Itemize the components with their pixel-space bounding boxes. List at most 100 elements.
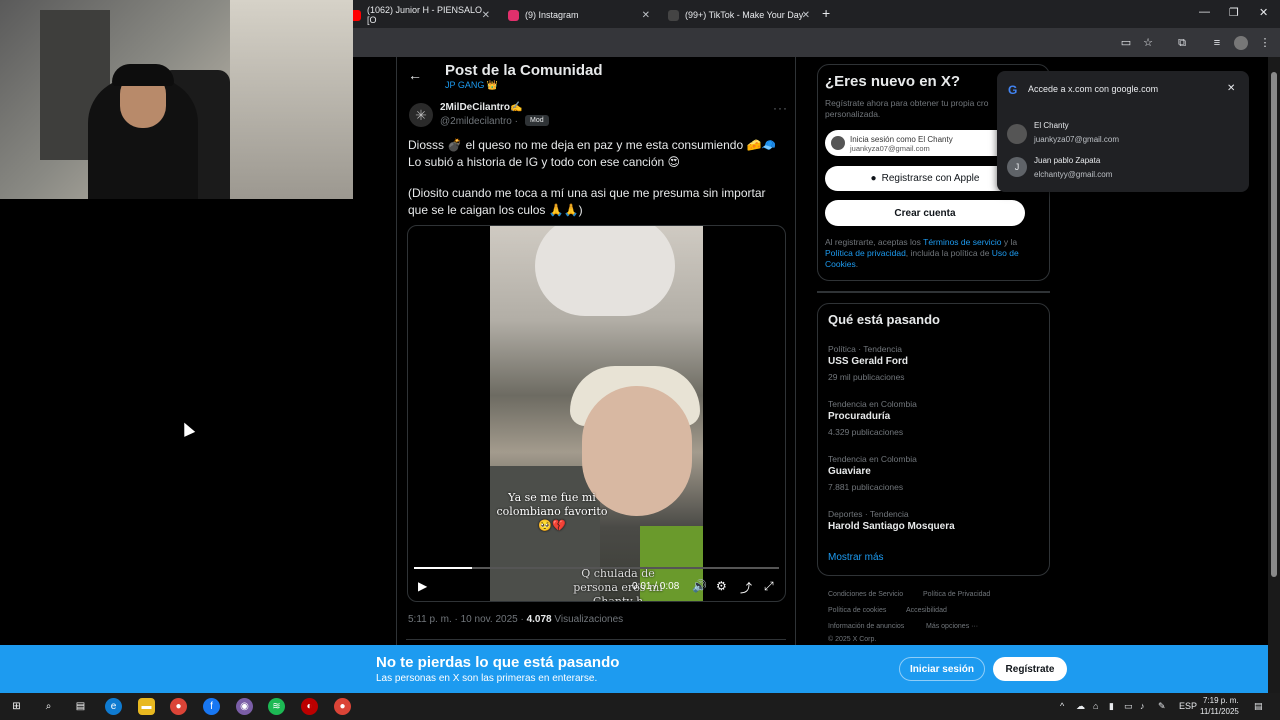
clock-time[interactable]: 7:19 p. m. bbox=[1203, 696, 1239, 705]
extensions-icon[interactable]: ⧉ bbox=[1175, 36, 1189, 50]
terms-text: Al registrarte, aceptas los Términos de … bbox=[825, 237, 1040, 270]
google-signin-button[interactable]: Inicia sesión como El Chanty juankyza07@… bbox=[825, 130, 1020, 156]
language-indicator[interactable]: ESP bbox=[1179, 701, 1197, 711]
close-window-icon[interactable]: ✕ bbox=[1259, 6, 1268, 19]
show-more-link[interactable]: Mostrar más bbox=[828, 552, 884, 563]
cloud-icon[interactable]: ☁ bbox=[1076, 701, 1085, 712]
trend-count: 7.881 publicaciones bbox=[828, 482, 904, 492]
play-icon[interactable]: ▶ bbox=[418, 579, 427, 593]
tab-instagram[interactable]: (9) Instagram ✕ bbox=[498, 2, 658, 28]
minimize-icon[interactable]: — bbox=[1199, 6, 1210, 18]
footer-accessibility-link[interactable]: Accesibilidad bbox=[906, 607, 947, 614]
video-progress-fill bbox=[414, 567, 473, 569]
video-player[interactable]: Ya se me fue mi colombiano favorito🥺💔 Q … bbox=[407, 225, 786, 602]
spotify-icon[interactable]: ≋ bbox=[268, 698, 285, 715]
footer-terms-link[interactable]: Condiciones de Servicio bbox=[828, 591, 903, 598]
views-label: Visualizaciones bbox=[554, 614, 624, 625]
google-account-email[interactable]: juankyza07@gmail.com bbox=[1034, 135, 1119, 144]
avatar bbox=[831, 136, 845, 150]
terms-link[interactable]: Términos de servicio bbox=[923, 237, 1001, 247]
bookmark-star-icon[interactable]: ☆ bbox=[1141, 36, 1155, 50]
cast-icon[interactable]: ▭ bbox=[1119, 36, 1133, 50]
privacy-link[interactable]: Política de privacidad bbox=[825, 248, 906, 258]
chrome-icon[interactable]: ● bbox=[170, 698, 187, 715]
webcam-overlay bbox=[0, 0, 353, 199]
video-content bbox=[535, 226, 675, 316]
network-icon[interactable]: ⌂ bbox=[1093, 701, 1098, 711]
video-frame[interactable] bbox=[490, 226, 703, 601]
avatar[interactable]: J bbox=[1007, 157, 1027, 177]
menu-kebab-icon[interactable]: ⋮ bbox=[1258, 36, 1272, 50]
apple-signup-button[interactable]: ● Registrarse con Apple bbox=[825, 166, 1025, 191]
scrollbar[interactable] bbox=[1268, 57, 1280, 693]
community-link[interactable]: JP GANG 👑 bbox=[445, 80, 498, 91]
microphone-icon[interactable]: ▮ bbox=[1109, 701, 1114, 712]
author-name[interactable]: 2MilDeCilantro✍️ bbox=[440, 102, 522, 113]
tab-tiktok[interactable]: (99+) TikTok - Make Your Day ✕ bbox=[658, 2, 818, 28]
footer-privacy-link[interactable]: Política de Privacidad bbox=[923, 591, 990, 598]
trend-item[interactable]: Guaviare bbox=[828, 466, 871, 477]
google-popup-title: Accede a x.com con google.com bbox=[1028, 84, 1159, 94]
trend-count: 29 mil publicaciones bbox=[828, 372, 905, 382]
trend-meta: Deportes · Tendencia bbox=[828, 509, 909, 519]
media-control-icon[interactable]: ≡ bbox=[1210, 36, 1224, 50]
task-view-icon[interactable]: ▤ bbox=[72, 698, 89, 715]
avatar[interactable]: ✳ bbox=[409, 103, 433, 127]
close-tab-icon[interactable]: ✕ bbox=[482, 10, 490, 21]
register-button[interactable]: Regístrate bbox=[993, 657, 1067, 681]
avatar[interactable] bbox=[1007, 124, 1027, 144]
apple-signup-label: Registrarse con Apple bbox=[881, 173, 980, 184]
tab-youtube[interactable]: (1062) Junior H - PIENSALO [O ✕ bbox=[340, 2, 498, 28]
video-progress-bar[interactable] bbox=[414, 567, 779, 569]
messenger-icon[interactable]: ◉ bbox=[236, 698, 253, 715]
close-tab-icon[interactable]: ✕ bbox=[802, 10, 810, 21]
trend-meta: Política · Tendencia bbox=[828, 344, 903, 354]
volume-icon[interactable]: 🔊 bbox=[692, 579, 707, 593]
post-meta: 5:11 p. m. · 10 nov. 2025 · 4.078 Visual… bbox=[408, 614, 623, 625]
new-tab-icon[interactable]: + bbox=[822, 5, 830, 21]
fullscreen-icon[interactable]: ⤢ bbox=[764, 579, 774, 594]
close-tab-icon[interactable]: ✕ bbox=[642, 10, 650, 21]
show-hidden-icons-icon[interactable]: ^ bbox=[1060, 701, 1064, 711]
clock-date[interactable]: 11/11/2025 bbox=[1200, 707, 1239, 716]
tab-title: (9) Instagram bbox=[525, 10, 579, 20]
google-account-name[interactable]: El Chanty bbox=[1034, 121, 1069, 130]
settings-icon[interactable]: ⚙ bbox=[716, 579, 727, 593]
create-account-button[interactable]: Crear cuenta bbox=[825, 200, 1025, 226]
close-icon[interactable]: ✕ bbox=[1227, 83, 1235, 94]
restore-icon[interactable]: ❐ bbox=[1229, 6, 1239, 19]
search-icon[interactable]: ⌕ bbox=[40, 698, 57, 715]
footer-ads-link[interactable]: Información de anuncios bbox=[828, 623, 904, 630]
profile-avatar[interactable] bbox=[1234, 36, 1248, 50]
login-button[interactable]: Iniciar sesión bbox=[899, 657, 985, 681]
google-account-name[interactable]: Juan pablo Zapata bbox=[1034, 156, 1100, 165]
google-account-email[interactable]: elchantyy@gmail.com bbox=[1034, 170, 1112, 179]
obs-icon[interactable]: ◐ bbox=[301, 698, 318, 715]
footer-cookies-link[interactable]: Política de cookies bbox=[828, 607, 886, 614]
pip-icon[interactable]: ⤴ bbox=[740, 579, 752, 596]
display-icon[interactable]: ▭ bbox=[1124, 701, 1133, 712]
author-handle[interactable]: @2mildecilantro · bbox=[440, 116, 518, 127]
volume-icon[interactable]: ♪ bbox=[1140, 701, 1145, 711]
scrollbar-thumb[interactable] bbox=[1271, 72, 1277, 577]
tab-title: (1062) Junior H - PIENSALO [O bbox=[367, 5, 483, 25]
post-text: (Diosito cuando me toca a mí una asi que… bbox=[408, 186, 766, 217]
notifications-icon[interactable]: ▤ bbox=[1254, 701, 1263, 712]
more-options-icon[interactable]: ··· bbox=[773, 101, 788, 115]
footer-more-link[interactable]: Más opciones ··· bbox=[926, 623, 978, 630]
post-timestamp[interactable]: 5:11 p. m. · 10 nov. 2025 · bbox=[408, 614, 524, 625]
back-arrow-icon[interactable]: ← bbox=[408, 67, 422, 83]
facebook-icon[interactable]: f bbox=[203, 698, 220, 715]
post-text: Diosss 💣 el queso no me deja en paz y me… bbox=[408, 138, 777, 169]
file-explorer-icon[interactable]: ▬ bbox=[138, 698, 155, 715]
edge-icon[interactable]: e bbox=[105, 698, 122, 715]
pen-icon[interactable]: ✎ bbox=[1158, 701, 1166, 712]
trend-item[interactable]: Procuraduría bbox=[828, 411, 890, 422]
windows-start-icon[interactable]: ⊞ bbox=[8, 698, 25, 715]
trend-item[interactable]: Harold Santiago Mosquera bbox=[828, 521, 955, 532]
instagram-icon bbox=[508, 9, 519, 21]
video-time: 0:01 / 0:08 bbox=[632, 581, 680, 592]
chrome-icon[interactable]: ● bbox=[334, 698, 351, 715]
banner-subtitle: Las personas en X son las primeras en en… bbox=[376, 673, 598, 684]
trend-item[interactable]: USS Gerald Ford bbox=[828, 356, 908, 367]
